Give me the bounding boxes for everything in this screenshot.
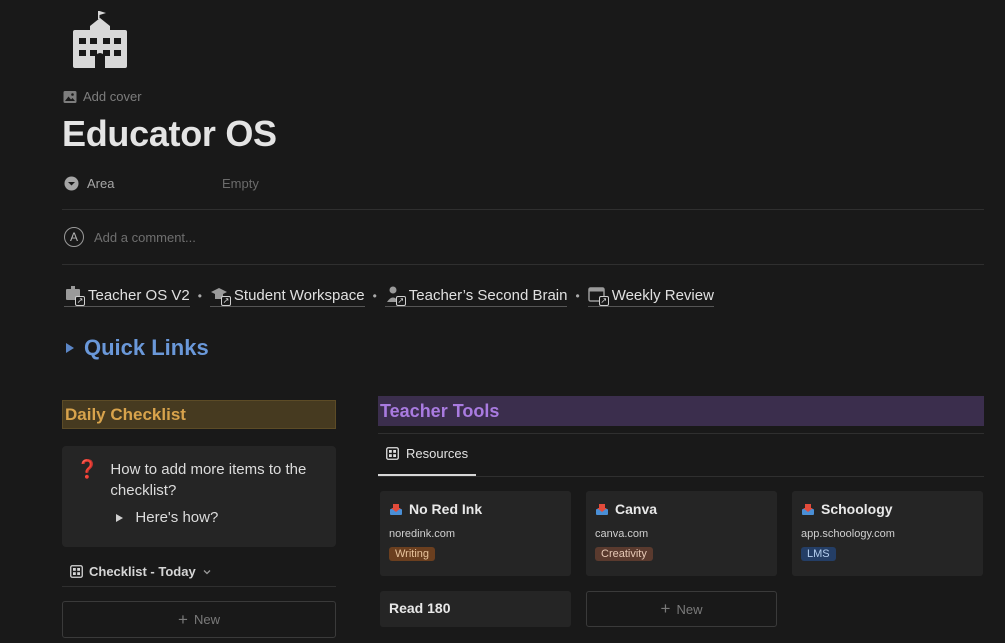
link-weekly-review[interactable]: ↗ Weekly Review xyxy=(587,285,714,307)
new-label: New xyxy=(193,612,220,627)
linked-pages-row: ↗ Teacher OS V2 • ↗ Student Workspace • … xyxy=(64,285,714,307)
toggle-label: Here's how? xyxy=(135,509,219,526)
chevron-down-icon xyxy=(203,569,211,574)
plus-icon: + xyxy=(178,609,188,629)
resource-gallery: No Red Ink noredink.com Writing Canva ca… xyxy=(380,491,984,627)
gallery-icon xyxy=(386,447,399,460)
view-label: Checklist - Today xyxy=(89,564,196,579)
tab-label: Resources xyxy=(406,446,469,461)
link-student-workspace[interactable]: ↗ Student Workspace xyxy=(209,285,365,307)
divider xyxy=(62,209,984,210)
view-tabs: Resources xyxy=(378,434,984,477)
teacher-icon: ↗ xyxy=(385,285,406,306)
toggle-triangle-icon[interactable] xyxy=(116,513,124,522)
card-url: app.schoology.com xyxy=(801,528,895,540)
checklist-view-selector[interactable]: Checklist - Today xyxy=(62,557,336,587)
calendar-icon: ↗ xyxy=(587,285,609,306)
tag-creativity: Creativity xyxy=(595,547,653,561)
link-label: Teacher OS V2 xyxy=(88,286,190,304)
new-checklist-item-button[interactable]: + New xyxy=(62,601,336,638)
daily-checklist-heading: Daily Checklist xyxy=(62,400,336,429)
plus-icon: + xyxy=(660,599,671,618)
resource-card-schoology[interactable]: Schoology app.schoology.com LMS xyxy=(792,491,983,576)
page-title[interactable]: Educator OS xyxy=(62,113,277,155)
school-building-icon[interactable] xyxy=(68,8,132,72)
divider xyxy=(62,264,984,265)
resource-card-no-red-ink[interactable]: No Red Ink noredink.com Writing xyxy=(380,491,571,576)
separator-dot: • xyxy=(372,289,377,303)
card-title: Canva xyxy=(615,501,658,517)
quick-links-heading: Quick Links xyxy=(84,335,209,360)
new-label: New xyxy=(676,601,703,617)
inbox-tray-icon xyxy=(802,504,814,515)
link-teacher-os-v2[interactable]: ↗ Teacher OS V2 xyxy=(64,285,190,307)
property-name-label: Area xyxy=(87,175,115,191)
teacher-tools-column: Teacher Tools Resources No Red Ink nored… xyxy=(378,396,984,627)
link-label: Weekly Review xyxy=(611,286,714,304)
tag-lms: LMS xyxy=(801,547,836,561)
link-label: Student Workspace xyxy=(233,286,365,304)
inbox-tray-icon xyxy=(596,504,608,515)
comment-input-row[interactable]: A Add a comment... xyxy=(64,227,196,247)
image-icon xyxy=(63,90,77,103)
separator-dot: • xyxy=(197,289,202,303)
link-teachers-second-brain[interactable]: ↗ Teacher’s Second Brain xyxy=(384,285,568,307)
card-url: noredink.com xyxy=(389,528,456,540)
tag-writing: Writing xyxy=(389,547,436,561)
comment-input[interactable]: Add a comment... xyxy=(94,230,196,245)
link-label: Teacher’s Second Brain xyxy=(408,286,568,304)
inbox-tray-icon xyxy=(390,504,402,515)
add-cover-label: Add cover xyxy=(83,89,142,104)
toggle-triangle-icon[interactable] xyxy=(66,343,74,353)
graduation-cap-icon: ↗ xyxy=(210,285,231,306)
daily-checklist-column: Daily Checklist ❓ How to add more items … xyxy=(62,400,336,638)
card-url: canva.com xyxy=(595,528,649,540)
table-icon xyxy=(70,565,83,578)
select-property-icon xyxy=(64,176,79,190)
avatar: A xyxy=(64,227,84,247)
card-title: Schoology xyxy=(821,501,893,517)
separator-dot: • xyxy=(575,289,580,303)
callout-text: How to add more items to the checklist? xyxy=(110,461,307,499)
resource-card-read-180[interactable]: Read 180 xyxy=(380,591,571,627)
card-title: Read 180 xyxy=(389,600,451,616)
teacher-tools-heading: Teacher Tools xyxy=(378,396,984,426)
tab-resources[interactable]: Resources xyxy=(378,433,477,476)
quick-links-toggle[interactable]: Quick Links xyxy=(66,335,209,361)
resource-card-canva[interactable]: Canva canva.com Creativity xyxy=(586,491,777,576)
help-callout: ❓ How to add more items to the checklist… xyxy=(62,446,336,547)
card-title: No Red Ink xyxy=(409,501,483,517)
property-row-area[interactable]: Area Empty xyxy=(64,172,259,194)
property-name[interactable]: Area xyxy=(64,176,222,191)
add-cover-button[interactable]: Add cover xyxy=(63,89,142,104)
question-mark-icon: ❓ xyxy=(76,459,99,479)
new-resource-button[interactable]: + New xyxy=(586,591,777,627)
property-value[interactable]: Empty xyxy=(222,176,259,191)
teacher-board-icon: ↗ xyxy=(64,285,85,306)
heres-how-toggle[interactable]: Here's how? xyxy=(116,507,322,528)
